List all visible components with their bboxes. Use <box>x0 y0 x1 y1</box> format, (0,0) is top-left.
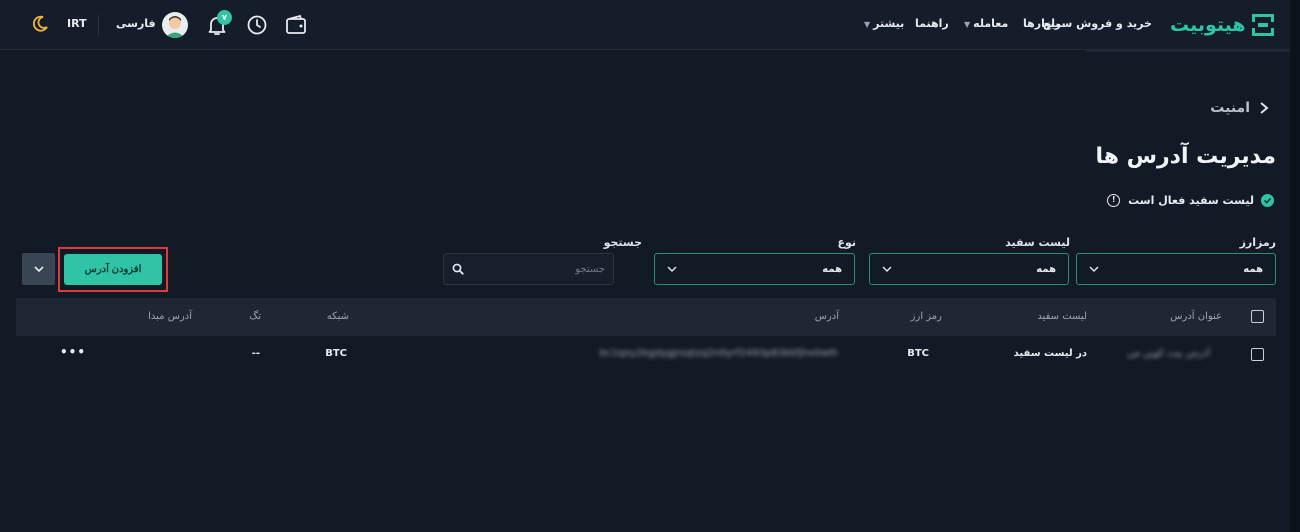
chevron-right-icon <box>1260 102 1269 114</box>
column-currency: رمز ارز <box>910 311 942 322</box>
site-logo[interactable]: هیتوبیت <box>1170 12 1274 38</box>
filter-currency-select[interactable]: همه <box>1076 253 1276 285</box>
row-network: BTC <box>325 348 347 359</box>
nav-trade[interactable]: ▼ معامله <box>964 17 1008 30</box>
chevron-down-icon: ▼ <box>964 20 971 29</box>
nav-more-label: بیشتر <box>873 17 905 30</box>
nav-more[interactable]: ▼ بیشتر <box>864 17 904 30</box>
search-placeholder: جستجو <box>575 263 605 275</box>
chevron-down-icon <box>667 266 677 273</box>
user-avatar[interactable] <box>162 12 188 38</box>
chevron-down-icon: ▼ <box>864 20 871 29</box>
chevron-down-icon <box>1089 266 1099 273</box>
filter-whitelist-label: لیست سفید <box>1005 236 1070 249</box>
wallet-icon[interactable] <box>284 13 308 37</box>
currency-switch[interactable]: IRT <box>67 17 87 30</box>
filter-type-value: همه <box>822 263 842 275</box>
filter-whitelist-select[interactable]: همه <box>869 253 1069 285</box>
row-checkbox[interactable] <box>1251 348 1264 361</box>
select-all-checkbox[interactable] <box>1251 310 1264 323</box>
top-navigation-bar: هیتوبیت خرید و فروش سریع بازارها ▼ معامله… <box>0 0 1290 50</box>
table-header: عنوان آدرس لیست سفید رمز ارز آدرس شبکه ت… <box>16 298 1276 336</box>
row-address: bc1qxy2kgdygjrsqtzq2n0yrf2493p83kkfjhx0w… <box>599 348 838 359</box>
header-divider <box>98 15 99 35</box>
search-label: جستجو <box>603 236 642 249</box>
chevron-down-icon <box>33 266 44 273</box>
search-icon[interactable] <box>452 263 464 275</box>
check-circle-icon <box>1261 194 1274 207</box>
avatar-icon <box>165 16 185 38</box>
row-menu-button[interactable]: ••• <box>60 345 86 359</box>
nav-markets[interactable]: بازارها <box>1023 17 1059 30</box>
breadcrumb-back[interactable]: امنیت <box>1210 100 1270 116</box>
header-underline <box>1085 50 1290 52</box>
row-tag: -- <box>251 348 260 359</box>
column-tag: تگ <box>249 311 261 322</box>
add-address-button[interactable]: افزودن آدرس <box>64 254 162 285</box>
table-row: آدرس بیت کوین من در لیست سفید BTC bc1qxy… <box>16 336 1276 372</box>
nav-trade-label: معامله <box>973 17 1009 30</box>
column-address: آدرس <box>814 311 839 322</box>
filter-type-select[interactable]: همه <box>654 253 855 285</box>
dark-mode-moon-icon[interactable] <box>30 14 50 34</box>
scrollbar-track[interactable] <box>1290 0 1300 532</box>
filter-type-label: نوع <box>837 236 856 249</box>
column-network: شبکه <box>326 311 349 322</box>
whitelist-status-text: لیست سفید فعال است <box>1128 194 1254 207</box>
column-whitelist: لیست سفید <box>1037 311 1087 322</box>
nav-guide[interactable]: راهنما <box>915 17 949 30</box>
logo-text: هیتوبیت <box>1170 14 1246 36</box>
logo-mark-icon <box>1251 14 1274 36</box>
history-icon[interactable] <box>245 13 269 37</box>
info-icon[interactable]: ! <box>1107 194 1121 207</box>
column-title: عنوان آدرس <box>1170 311 1222 322</box>
row-currency: BTC <box>907 348 929 359</box>
breadcrumb-label: امنیت <box>1210 100 1250 116</box>
more-actions-dropdown[interactable] <box>22 253 55 285</box>
page-title: مدیریت آدرس ها <box>1095 144 1276 169</box>
filter-currency-value: همه <box>1243 263 1263 275</box>
row-title: آدرس بیت کوین من <box>1127 348 1210 359</box>
column-source: آدرس مبدا <box>148 311 192 322</box>
search-input[interactable]: جستجو <box>443 253 614 285</box>
language-switch[interactable]: فارسی <box>116 17 156 30</box>
whitelist-status: لیست سفید فعال است ! <box>1107 194 1274 207</box>
row-whitelist: در لیست سفید <box>1013 348 1087 359</box>
filter-currency-label: رمزارز <box>1239 236 1276 249</box>
filter-whitelist-value: همه <box>1036 263 1056 275</box>
notification-count-badge: ۷ <box>217 10 232 25</box>
add-address-highlight: افزودن آدرس <box>58 247 168 292</box>
chevron-down-icon <box>882 266 892 273</box>
